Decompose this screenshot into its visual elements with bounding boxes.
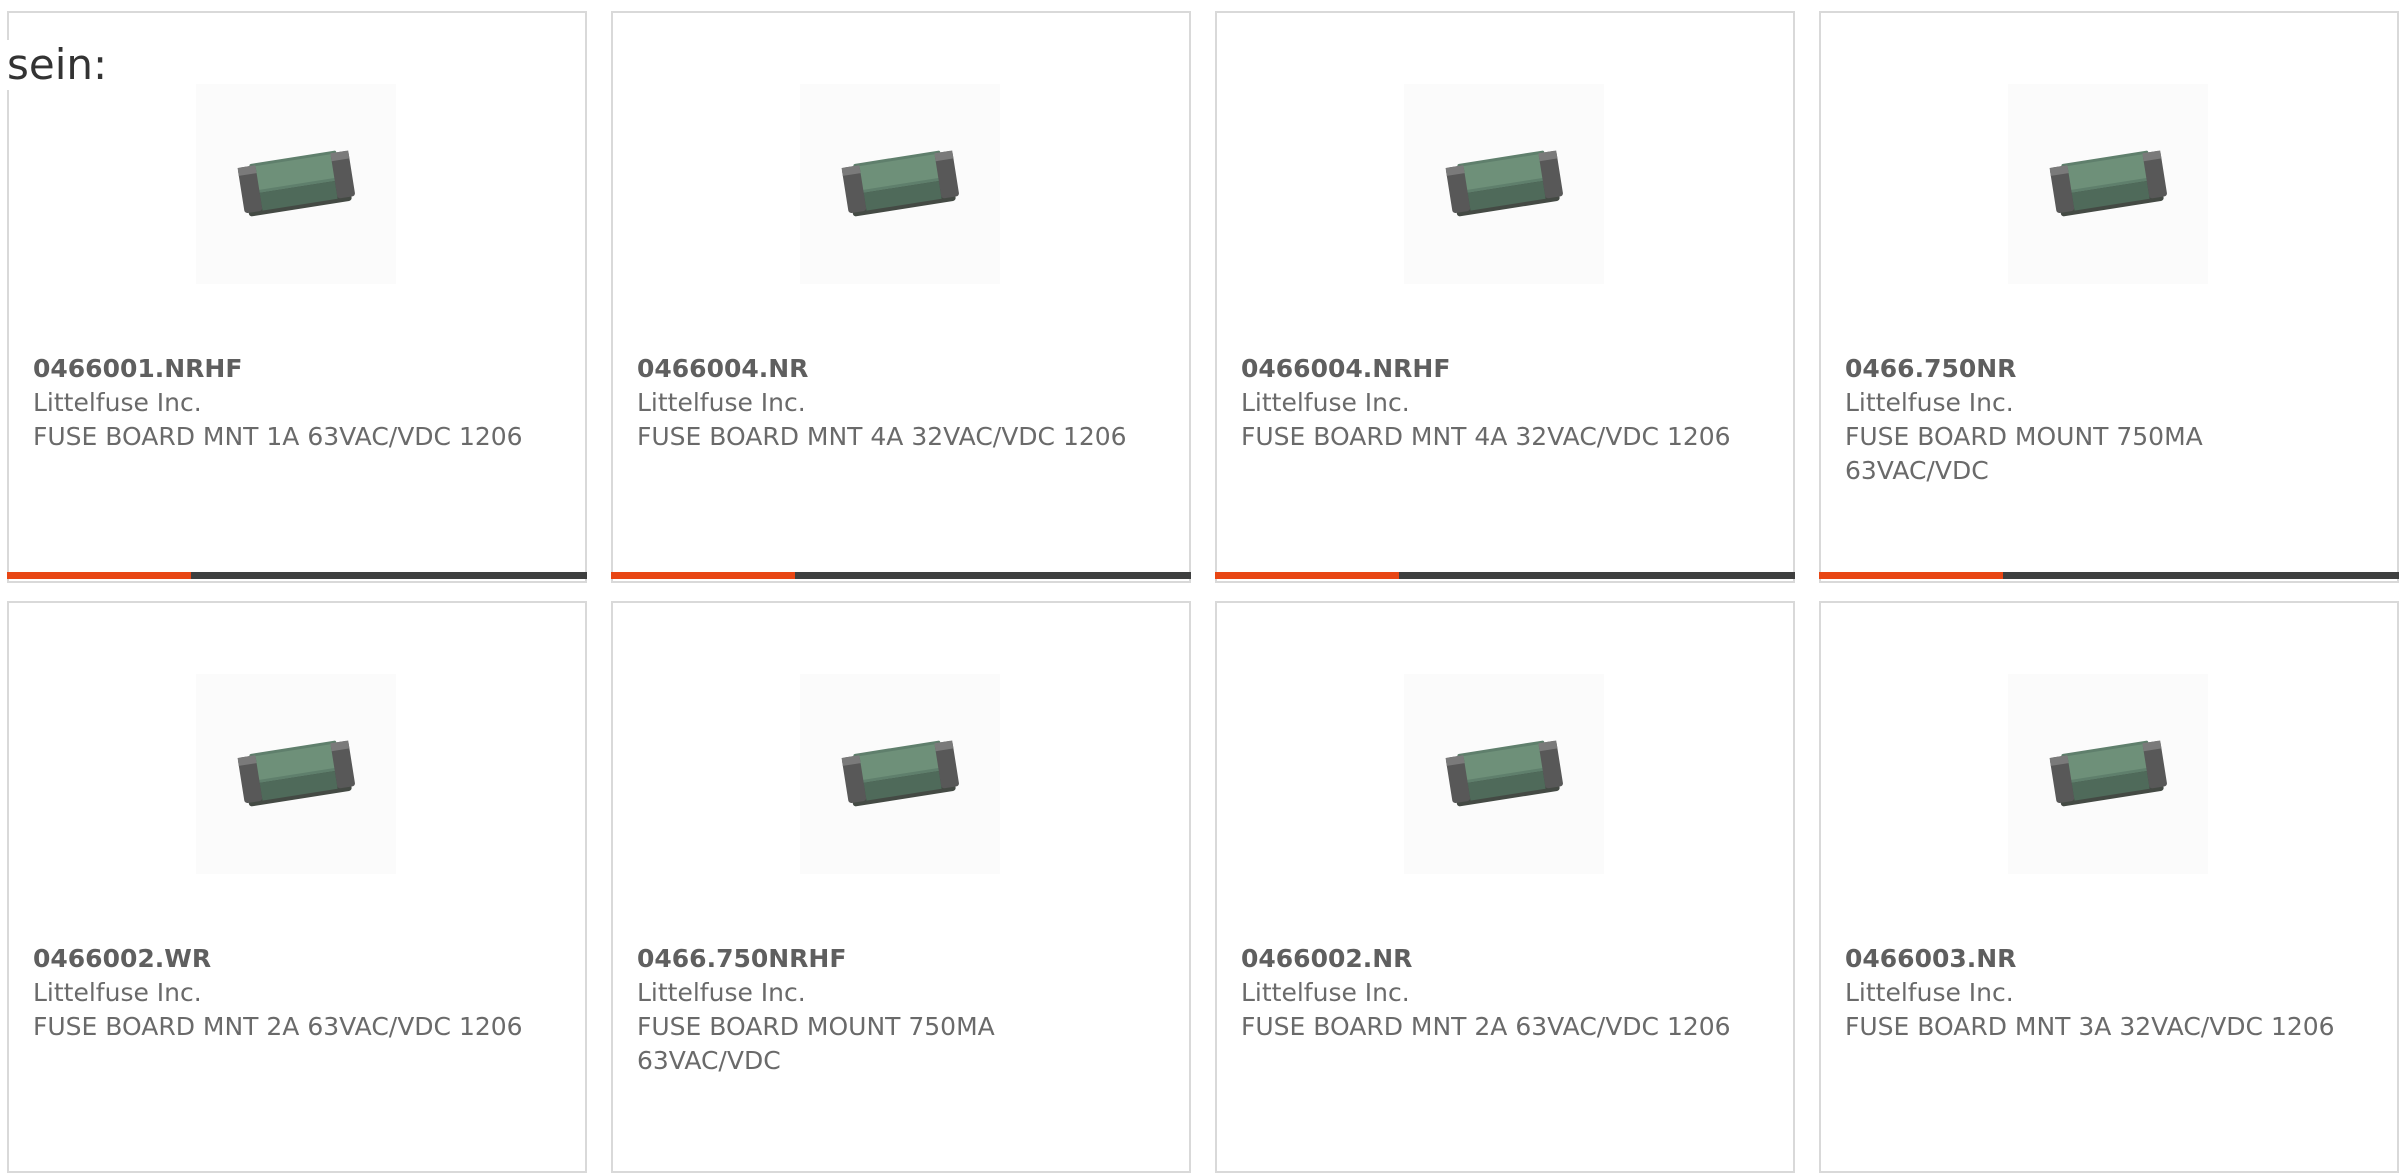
card-hover-bar xyxy=(1819,572,2399,579)
part-number[interactable]: 0466002.NR xyxy=(1241,942,1741,976)
product-grid: 0466001.NRHF Littelfuse Inc. FUSE BOARD … xyxy=(7,11,2400,1173)
description: FUSE BOARD MNT 3A 32VAC/VDC 1206 xyxy=(1845,1012,2335,1041)
product-card[interactable]: 0466.750NR Littelfuse Inc. FUSE BOARD MO… xyxy=(1819,11,2399,583)
card-hover-accent xyxy=(1819,572,2003,579)
intro-text: sein: xyxy=(7,40,114,90)
manufacturer: Littelfuse Inc. xyxy=(637,388,806,417)
product-info: 0466002.WR Littelfuse Inc. FUSE BOARD MN… xyxy=(33,942,533,1044)
manufacturer: Littelfuse Inc. xyxy=(637,978,806,1007)
manufacturer: Littelfuse Inc. xyxy=(1241,978,1410,1007)
description: FUSE BOARD MNT 2A 63VAC/VDC 1206 xyxy=(33,1012,523,1041)
manufacturer: Littelfuse Inc. xyxy=(1845,978,2014,1007)
description: FUSE BOARD MNT 2A 63VAC/VDC 1206 xyxy=(1241,1012,1731,1041)
product-info: 0466002.NR Littelfuse Inc. FUSE BOARD MN… xyxy=(1241,942,1741,1044)
product-info: 0466.750NR Littelfuse Inc. FUSE BOARD MO… xyxy=(1845,352,2345,488)
product-card[interactable]: 0466003.NR Littelfuse Inc. FUSE BOARD MN… xyxy=(1819,601,2399,1173)
product-card[interactable]: 0466.750NRHF Littelfuse Inc. FUSE BOARD … xyxy=(611,601,1191,1173)
smd-fuse-icon xyxy=(800,84,1000,284)
description: FUSE BOARD MOUNT 750MA 63VAC/VDC xyxy=(1845,422,2203,485)
card-hover-bar xyxy=(7,572,587,579)
product-card[interactable]: 0466002.NR Littelfuse Inc. FUSE BOARD MN… xyxy=(1215,601,1795,1173)
product-info: 0466004.NRHF Littelfuse Inc. FUSE BOARD … xyxy=(1241,352,1741,454)
part-number[interactable]: 0466004.NRHF xyxy=(1241,352,1741,386)
part-number[interactable]: 0466.750NR xyxy=(1845,352,2345,386)
part-number[interactable]: 0466003.NR xyxy=(1845,942,2345,976)
card-hover-accent xyxy=(1215,572,1399,579)
smd-fuse-icon xyxy=(800,674,1000,874)
product-info: 0466001.NRHF Littelfuse Inc. FUSE BOARD … xyxy=(33,352,533,454)
description: FUSE BOARD MNT 4A 32VAC/VDC 1206 xyxy=(1241,422,1731,451)
product-info: 0466003.NR Littelfuse Inc. FUSE BOARD MN… xyxy=(1845,942,2345,1044)
smd-fuse-icon xyxy=(1404,84,1604,284)
card-hover-accent xyxy=(7,572,191,579)
part-number[interactable]: 0466004.NR xyxy=(637,352,1137,386)
product-info: 0466.750NRHF Littelfuse Inc. FUSE BOARD … xyxy=(637,942,1137,1078)
product-card[interactable]: 0466004.NRHF Littelfuse Inc. FUSE BOARD … xyxy=(1215,11,1795,583)
manufacturer: Littelfuse Inc. xyxy=(33,388,202,417)
manufacturer: Littelfuse Inc. xyxy=(1845,388,2014,417)
product-info: 0466004.NR Littelfuse Inc. FUSE BOARD MN… xyxy=(637,352,1137,454)
smd-fuse-icon xyxy=(2008,674,2208,874)
card-hover-accent xyxy=(611,572,795,579)
product-card[interactable]: 0466002.WR Littelfuse Inc. FUSE BOARD MN… xyxy=(7,601,587,1173)
product-card[interactable]: 0466004.NR Littelfuse Inc. FUSE BOARD MN… xyxy=(611,11,1191,583)
description: FUSE BOARD MOUNT 750MA 63VAC/VDC xyxy=(637,1012,995,1075)
card-hover-bar xyxy=(1215,572,1795,579)
part-number[interactable]: 0466001.NRHF xyxy=(33,352,533,386)
description: FUSE BOARD MNT 4A 32VAC/VDC 1206 xyxy=(637,422,1127,451)
smd-fuse-icon xyxy=(1404,674,1604,874)
description: FUSE BOARD MNT 1A 63VAC/VDC 1206 xyxy=(33,422,523,451)
part-number[interactable]: 0466.750NRHF xyxy=(637,942,1137,976)
smd-fuse-icon xyxy=(196,84,396,284)
product-card[interactable]: 0466001.NRHF Littelfuse Inc. FUSE BOARD … xyxy=(7,11,587,583)
card-hover-bar xyxy=(611,572,1191,579)
smd-fuse-icon xyxy=(2008,84,2208,284)
manufacturer: Littelfuse Inc. xyxy=(33,978,202,1007)
part-number[interactable]: 0466002.WR xyxy=(33,942,533,976)
manufacturer: Littelfuse Inc. xyxy=(1241,388,1410,417)
smd-fuse-icon xyxy=(196,674,396,874)
